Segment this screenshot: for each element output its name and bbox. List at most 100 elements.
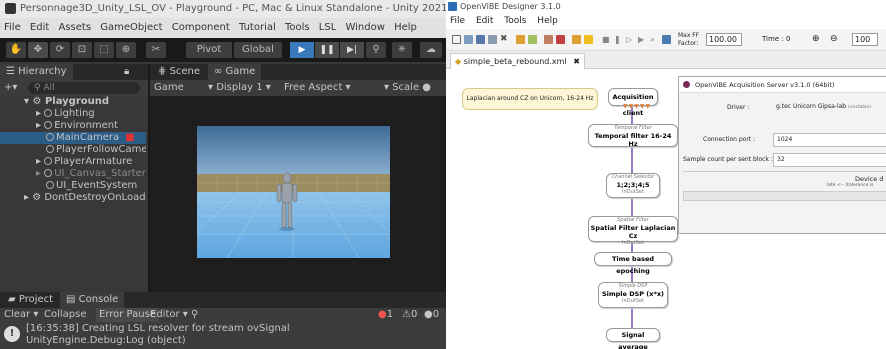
- box-temporal-filter[interactable]: Temporal Filter Temporal filter 16-24 Hz: [588, 124, 678, 148]
- menu-gameobject[interactable]: GameObject: [100, 22, 162, 33]
- move-tool-icon[interactable]: ✥: [28, 42, 48, 58]
- comment-icon[interactable]: [544, 35, 553, 44]
- box-signal-average[interactable]: Signal average: [606, 328, 660, 349]
- editor-dropdown[interactable]: Editor ▾ ⚲: [150, 308, 198, 322]
- zoom-in-icon[interactable]: ⊕: [812, 34, 820, 44]
- redo-icon[interactable]: [528, 35, 537, 44]
- openvibe-toolbar: ✖ ■ ❚ ▷ ▶ » Max FF Factor: 100.00 Time :…: [446, 29, 886, 51]
- add-icon[interactable]: +▾: [4, 80, 17, 96]
- menu-tutorial[interactable]: Tutorial: [239, 22, 276, 33]
- play-icon[interactable]: ▶: [638, 35, 647, 44]
- undo-icon[interactable]: [516, 35, 525, 44]
- sample-input[interactable]: 32: [773, 153, 886, 167]
- menu-edit[interactable]: Edit: [476, 16, 493, 26]
- tab-game[interactable]: ∞ Game: [208, 64, 262, 80]
- cloud-icon[interactable]: ☁: [420, 42, 442, 58]
- step-button[interactable]: ▶|: [340, 42, 364, 58]
- box-title: Signal average: [618, 331, 648, 349]
- favorite-icon[interactable]: [584, 35, 593, 44]
- close-icon[interactable]: ✖: [500, 35, 509, 44]
- box-simple-dsp[interactable]: Simple DSP Simple DSP (x*x) InOutSet: [598, 282, 668, 308]
- info-count[interactable]: ●0: [424, 308, 439, 322]
- pause-button[interactable]: ❚❚: [315, 42, 339, 58]
- scale-slider[interactable]: ▾ Scale ●: [384, 80, 431, 96]
- menu-file[interactable]: File: [4, 22, 21, 33]
- box-footer: InOutSet: [622, 298, 644, 304]
- port-input[interactable]: 1024: [773, 133, 886, 147]
- menu-file[interactable]: File: [450, 16, 465, 26]
- scenario-comment[interactable]: Laplacian around CZ on Unicorn, 16-24 Hz: [462, 88, 598, 110]
- hierarchy-item-playerarmature[interactable]: ▸ PlayerArmature: [0, 156, 146, 168]
- menu-tools[interactable]: Tools: [504, 16, 526, 26]
- menu-lsl[interactable]: LSL: [319, 22, 337, 33]
- game-mode-dropdown[interactable]: Game: [154, 80, 184, 96]
- refresh-icon[interactable]: [662, 35, 671, 44]
- error-count[interactable]: ●1: [378, 308, 393, 322]
- box-acquisition-client[interactable]: Acquisition client ▼▼▼▼▼: [608, 88, 658, 117]
- scale-tool-icon[interactable]: ⊡: [72, 42, 92, 58]
- stop-icon[interactable]: ■: [602, 35, 611, 44]
- hierarchy-scene-dontdestroyonload[interactable]: ▸ ⚙ DontDestroyOnLoad: [0, 192, 146, 204]
- warning-count[interactable]: ⚠0: [402, 308, 417, 322]
- menu-window[interactable]: Window: [345, 22, 384, 33]
- pause-icon[interactable]: ❚: [614, 35, 623, 44]
- menu-tools[interactable]: Tools: [285, 22, 310, 33]
- tab-project[interactable]: ▰ Project: [2, 292, 59, 308]
- zoom-out-icon[interactable]: ⊖: [830, 34, 838, 44]
- acquisition-server-window: OpenViBE Acquisition Server v3.1.0 (64bi…: [678, 76, 886, 234]
- hierarchy-item-maincamera[interactable]: MainCamera ■: [0, 132, 146, 144]
- box-channel-selector[interactable]: Channel Selector 1;2;3;4;5 InOutSet: [606, 173, 660, 198]
- global-toggle[interactable]: Global: [234, 42, 282, 58]
- save-file-icon[interactable]: [476, 35, 485, 44]
- play-button[interactable]: ▶: [290, 42, 314, 58]
- hierarchy-item-ui-eventsystem[interactable]: UI_EventSystem: [0, 180, 146, 192]
- tab-scene[interactable]: ⋕ Scene: [152, 64, 206, 80]
- tab-hierarchy[interactable]: ☰ Hierarchy: [0, 64, 73, 80]
- display-dropdown[interactable]: ▾ Display 1 ▾: [208, 80, 271, 96]
- search-icon[interactable]: ⚲: [366, 42, 386, 58]
- hierarchy-item-playerfollowcamera[interactable]: PlayerFollowCamera: [0, 144, 146, 156]
- collab-icon[interactable]: ✳: [392, 42, 412, 58]
- step-icon[interactable]: ▷: [626, 35, 635, 44]
- hierarchy-item-ui-canvas[interactable]: ▸ UI_Canvas_StarterAs: [0, 168, 146, 180]
- settings-icon[interactable]: [556, 35, 565, 44]
- clear-dropdown[interactable]: Clear ▾: [4, 308, 38, 322]
- custom-tool-icon[interactable]: ✂: [146, 42, 166, 58]
- menu-help[interactable]: Help: [537, 16, 558, 26]
- collapse-toggle[interactable]: Collapse: [44, 308, 87, 322]
- pivot-toggle[interactable]: Pivot: [186, 42, 232, 58]
- open-file-icon[interactable]: [464, 35, 473, 44]
- lock-icon[interactable]: 🔒︎: [124, 64, 129, 80]
- box-title: Spatial Filter Laplacian Cz: [590, 224, 676, 240]
- hierarchy-item-label: Playground: [44, 96, 110, 107]
- game-view-bar: Game ▾ Display 1 ▾ Free Aspect ▾ ▾ Scale…: [150, 80, 446, 96]
- rotate-tool-icon[interactable]: ⟳: [50, 42, 70, 58]
- pivot-label: Pivot: [196, 44, 222, 55]
- box-time-based-epoching[interactable]: Time based epoching: [594, 252, 672, 275]
- window-manager-icon[interactable]: [572, 35, 581, 44]
- max-ff-input[interactable]: 100.00: [706, 33, 742, 46]
- box-type: Temporal Filter: [614, 125, 652, 131]
- box-spatial-filter[interactable]: Spatial Filter Spatial Filter Laplacian …: [588, 216, 678, 246]
- console-log-entry[interactable]: ! [16:35:38] Creating LSL resolver for s…: [0, 322, 446, 349]
- driver-select[interactable]: g.tec Unicorn Gipsa-lab (unstable): [773, 101, 886, 115]
- tab-console[interactable]: ▤ Console: [60, 292, 125, 308]
- hand-tool-icon[interactable]: ✋: [6, 42, 26, 58]
- menu-help[interactable]: Help: [394, 22, 417, 33]
- menu-edit[interactable]: Edit: [30, 22, 49, 33]
- rect-tool-icon[interactable]: ⬚: [94, 42, 114, 58]
- close-tab-icon[interactable]: ✖: [573, 57, 580, 66]
- aspect-dropdown[interactable]: Free Aspect ▾: [284, 80, 351, 96]
- fast-forward-icon[interactable]: »: [650, 35, 659, 44]
- new-file-icon[interactable]: [452, 35, 461, 44]
- zoom-input[interactable]: 100: [852, 33, 878, 46]
- tab-scenario-file[interactable]: ◆ simple_beta_rebound.xml ✖: [450, 53, 585, 69]
- menu-component[interactable]: Component: [172, 22, 230, 33]
- hierarchy-scene-playground[interactable]: ▾ ⚙ Playground: [0, 96, 146, 108]
- menu-assets[interactable]: Assets: [58, 22, 91, 33]
- hierarchy-item-environment[interactable]: ▸ Environment: [0, 120, 146, 132]
- save-as-icon[interactable]: [488, 35, 497, 44]
- hierarchy-search-input[interactable]: ⚲ All: [28, 82, 140, 94]
- hierarchy-item-lighting[interactable]: ▸ Lighting: [0, 108, 146, 120]
- transform-tool-icon[interactable]: ⊕: [116, 42, 136, 58]
